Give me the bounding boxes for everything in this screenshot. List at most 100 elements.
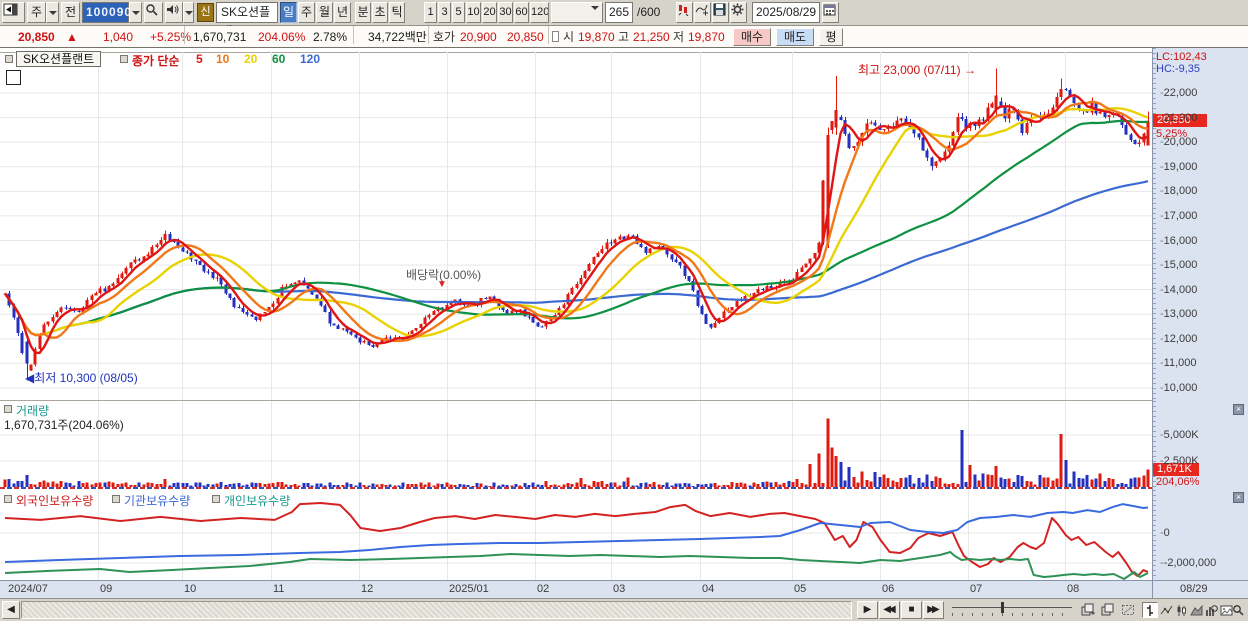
interval-button-60[interactable]: 60 — [514, 2, 529, 23]
holdings-toggle-icon[interactable] — [112, 495, 120, 503]
time-tick-label: 03 — [613, 583, 626, 595]
price-tick-label: -11,000 — [1160, 357, 1197, 370]
sell-button[interactable]: 매도 — [776, 28, 814, 46]
bar-chart-type-button[interactable] — [1142, 602, 1158, 618]
bars-magnifier-icon — [1205, 604, 1218, 616]
trade-value: 34,722백만 — [368, 30, 427, 44]
calendar-button[interactable] — [822, 2, 839, 23]
divider — [1152, 581, 1153, 599]
interval-button-20[interactable]: 20 — [482, 2, 497, 23]
speed-slider-handle[interactable] — [1001, 602, 1004, 613]
area-chart-type-button[interactable] — [1188, 602, 1204, 618]
holdings-toggle-icon[interactable] — [4, 495, 12, 503]
ma-legend-20: 20 — [244, 52, 258, 66]
holdings-axis-ticks — [1153, 490, 1156, 580]
stop-button[interactable]: ■ — [901, 601, 922, 619]
speaker-icon — [167, 5, 179, 14]
period-button-2[interactable]: 월 — [316, 2, 333, 23]
avg-button[interactable]: 평 — [819, 28, 843, 46]
zoom-button[interactable] — [1232, 602, 1244, 618]
buy-button[interactable]: 매수 — [733, 28, 771, 46]
legend-toggle-icon[interactable] — [120, 55, 128, 63]
volume-chart-canvas[interactable] — [0, 401, 1152, 487]
period-button-6[interactable]: 틱 — [389, 2, 405, 23]
interval-button-10[interactable]: 10 — [466, 2, 481, 23]
volume-ratio: 204.06% — [258, 30, 306, 44]
stock-tab[interactable]: SK오션플랜트 — [16, 51, 102, 67]
chevron-down-icon — [591, 6, 599, 14]
period-button-3[interactable]: 년 — [334, 2, 351, 23]
code-dropdown[interactable] — [129, 2, 142, 23]
lowest-price-annotation: ◀최저 10,300 (08/05) — [25, 371, 138, 385]
chevron-down-icon — [48, 11, 57, 19]
settings-button[interactable] — [730, 2, 747, 23]
holdings-pane-close-button[interactable]: × — [1233, 492, 1244, 503]
play-button[interactable]: ▶ — [857, 601, 878, 619]
holdings-legend-1: 기관보유수량 — [124, 494, 191, 508]
save-button[interactable] — [712, 2, 729, 23]
candle-chart-type-button[interactable] — [1173, 602, 1189, 618]
region-select-button[interactable] — [1120, 602, 1136, 618]
volume-toggle-icon[interactable] — [4, 405, 12, 413]
pane-divider-handle[interactable] — [0, 487, 1152, 489]
add-candle-button[interactable] — [676, 2, 693, 23]
ask-price: 20,900 — [460, 30, 497, 44]
period-button-5[interactable]: 초 — [372, 2, 388, 23]
interval-button-3[interactable]: 3 — [438, 2, 451, 23]
chevron-down-icon — [131, 11, 140, 19]
data-grid-icon[interactable] — [6, 70, 21, 85]
open-label: 시 — [563, 30, 575, 44]
prev-stock-button[interactable]: 전 — [61, 2, 80, 23]
scroll-left-button[interactable]: ◀ — [2, 601, 20, 619]
line-chart-icon — [1160, 605, 1172, 614]
speed-slider-track[interactable] — [952, 607, 1072, 608]
chart-style-button[interactable]: 주 — [27, 2, 46, 23]
last-date-label: 08/29 — [1180, 583, 1208, 595]
overlay-add-icon — [1081, 603, 1095, 616]
panel-toggle-button[interactable] — [2, 2, 25, 23]
hlc-bar-icon — [1147, 604, 1153, 616]
price-tick-label: -17,000 — [1160, 209, 1198, 222]
date-input[interactable]: 2025/08/29 — [752, 2, 820, 23]
interval-select[interactable] — [551, 2, 603, 23]
volume-pane-close-button[interactable]: × — [1233, 404, 1244, 415]
divider — [184, 26, 185, 44]
time-tick-label: 08 — [1067, 583, 1080, 595]
rewind-button[interactable]: ◀◀ — [879, 601, 900, 619]
time-tick-label: 12 — [360, 583, 374, 595]
interval-button-120[interactable]: 120 — [530, 2, 549, 23]
line-chart-type-button[interactable] — [1158, 602, 1174, 618]
stock-code-input[interactable]: 100090 — [82, 2, 131, 23]
holdings-toggle-icon[interactable] — [212, 495, 220, 503]
price-tick-label: -22,000 — [1160, 87, 1198, 99]
time-axis: 08/29 2024/07 09 10 11 12 2025/01 02 03 04 05 06 07… — [0, 580, 1248, 599]
stock-name-field[interactable]: SK오션플랜 — [216, 2, 278, 38]
slider-ticks — [952, 613, 1072, 616]
volume-zoom-button[interactable] — [1203, 602, 1219, 618]
add-trendline-button[interactable] — [694, 2, 711, 23]
chart-style-dropdown[interactable] — [46, 2, 59, 23]
interval-button-30[interactable]: 30 — [498, 2, 513, 23]
lc-readout: LC:102,43 — [1156, 51, 1207, 63]
sound-dropdown[interactable] — [183, 2, 194, 23]
price-chart-canvas[interactable] — [0, 52, 1152, 400]
compare-chart-button[interactable] — [1080, 602, 1096, 618]
candle-chart-icon — [1177, 604, 1186, 616]
open-price: 19,870 — [578, 30, 615, 44]
volume-tick-label: -5,000K — [1160, 429, 1199, 441]
window-overlay-button[interactable] — [1100, 602, 1116, 618]
interval-button-1[interactable]: 1 — [424, 2, 437, 23]
sound-button[interactable] — [165, 2, 183, 23]
period-button-4[interactable]: 분 — [355, 2, 371, 23]
period-button-0[interactable]: 일 — [280, 2, 297, 23]
interval-button-5[interactable]: 5 — [452, 2, 465, 23]
fast-forward-button[interactable]: ▶▶ — [923, 601, 944, 619]
magnifier-icon — [1233, 605, 1244, 616]
search-button[interactable] — [144, 2, 163, 23]
period-button-1[interactable]: 주 — [298, 2, 315, 23]
pane-toggle-icon[interactable] — [5, 55, 13, 63]
chart-scrollbar[interactable] — [21, 601, 852, 619]
bar-count-input[interactable]: 265 — [605, 2, 633, 23]
search-icon — [146, 4, 158, 16]
price-tick-label: -10,000 — [1160, 382, 1198, 394]
